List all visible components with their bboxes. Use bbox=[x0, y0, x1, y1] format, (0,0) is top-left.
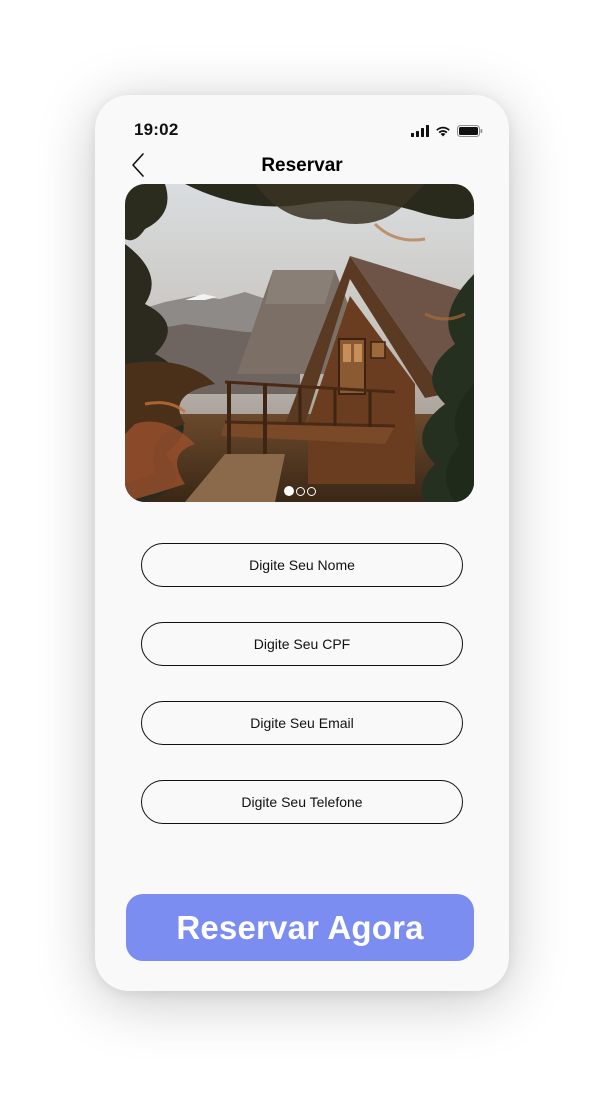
nav-bar: Reservar bbox=[95, 145, 509, 185]
status-icons bbox=[411, 124, 483, 138]
signal-icon bbox=[411, 125, 429, 137]
book-now-button[interactable]: Reservar Agora bbox=[126, 894, 474, 961]
cabin-in-forest-photo bbox=[125, 184, 474, 502]
carousel-dot-1[interactable] bbox=[283, 486, 294, 496]
booking-form bbox=[141, 543, 463, 859]
cpf-input[interactable] bbox=[141, 622, 463, 666]
wifi-icon bbox=[436, 126, 450, 137]
name-input[interactable] bbox=[141, 543, 463, 587]
carousel-dots[interactable] bbox=[125, 486, 474, 496]
phone-frame: 19:02 Reservar Digite Seu Nome Digite Se… bbox=[95, 95, 509, 991]
battery-icon bbox=[457, 125, 483, 137]
phone-input[interactable] bbox=[141, 780, 463, 824]
carousel-dot-2[interactable] bbox=[295, 486, 305, 496]
page-title: Reservar bbox=[261, 155, 343, 176]
carousel-dot-3[interactable] bbox=[306, 486, 316, 496]
status-time: 19:02 bbox=[134, 120, 179, 139]
email-input[interactable] bbox=[141, 701, 463, 745]
hero-image-carousel[interactable] bbox=[125, 184, 474, 502]
